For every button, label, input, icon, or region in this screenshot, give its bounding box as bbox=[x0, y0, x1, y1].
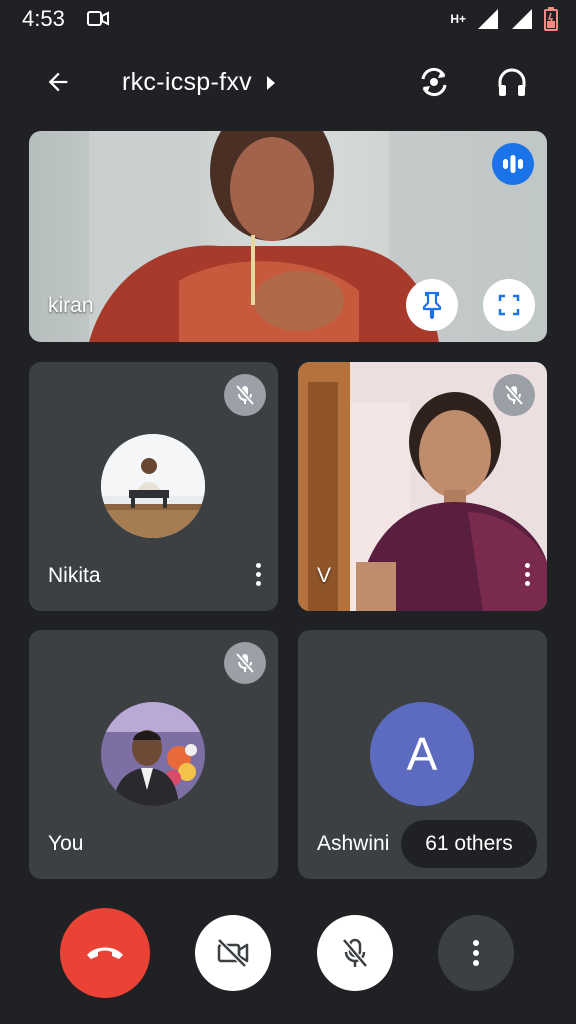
speaking-indicator-icon bbox=[503, 155, 523, 173]
meeting-code: rkc-icsp-fxv bbox=[122, 68, 252, 96]
headphones-icon bbox=[498, 68, 526, 96]
meeting-title[interactable]: rkc-icsp-fxv bbox=[122, 68, 276, 97]
pin-button[interactable] bbox=[406, 279, 458, 331]
participant-video bbox=[29, 131, 547, 342]
others-count-label: 61 others bbox=[425, 832, 513, 855]
participant-tile-v[interactable]: V bbox=[298, 362, 547, 611]
participant-name: kiran bbox=[48, 294, 94, 317]
participant-tile-you[interactable]: You bbox=[29, 630, 278, 879]
speaking-indicator bbox=[492, 143, 534, 185]
mic-off-icon bbox=[235, 652, 255, 674]
status-icons: H+ bbox=[450, 6, 558, 32]
more-vert-icon bbox=[255, 563, 261, 568]
fullscreen-icon bbox=[498, 294, 520, 316]
status-time: 4:53 bbox=[22, 6, 65, 31]
mic-off-badge bbox=[493, 374, 535, 416]
participant-name: Ashwini bbox=[317, 832, 390, 855]
audio-output-button[interactable] bbox=[492, 62, 532, 102]
network-type-label: H+ bbox=[450, 12, 466, 26]
end-call-button[interactable] bbox=[60, 908, 150, 998]
featured-video-tile[interactable]: kiran bbox=[29, 131, 547, 342]
participant-tile-ashwini[interactable]: A Ashwini 61 others bbox=[298, 630, 547, 879]
participant-name: Nikita bbox=[48, 564, 101, 587]
mic-off-icon bbox=[235, 384, 255, 406]
video-record-icon bbox=[87, 10, 109, 33]
participant-name: V bbox=[317, 564, 332, 587]
more-options-button[interactable] bbox=[438, 915, 514, 991]
camera-off-icon bbox=[217, 938, 249, 968]
end-call-icon bbox=[87, 947, 123, 959]
mic-off-icon bbox=[504, 384, 524, 406]
pin-icon bbox=[422, 291, 442, 319]
avatar-letter: A bbox=[406, 728, 438, 780]
mic-off-icon bbox=[342, 938, 368, 968]
mic-off-badge bbox=[224, 642, 266, 684]
avatar bbox=[101, 702, 205, 806]
others-count-chip[interactable]: 61 others bbox=[401, 820, 537, 868]
signal-icon-2 bbox=[512, 9, 532, 29]
more-options-button[interactable] bbox=[522, 563, 532, 586]
participant-tile-nikita[interactable]: Nikita bbox=[29, 362, 278, 611]
chevron-right-icon bbox=[266, 75, 275, 90]
participant-name: You bbox=[48, 832, 84, 855]
switch-camera-button[interactable] bbox=[414, 62, 454, 102]
more-vert-icon bbox=[473, 940, 479, 966]
back-arrow-icon bbox=[48, 72, 68, 92]
avatar bbox=[101, 434, 205, 538]
more-options-button[interactable] bbox=[253, 563, 263, 586]
more-vert-icon bbox=[524, 563, 530, 568]
camera-toggle-button[interactable] bbox=[195, 915, 271, 991]
back-button[interactable] bbox=[40, 64, 76, 100]
mic-off-badge bbox=[224, 374, 266, 416]
mic-toggle-button[interactable] bbox=[317, 915, 393, 991]
battery-icon bbox=[544, 7, 558, 31]
switch-camera-icon bbox=[421, 67, 447, 97]
avatar: A bbox=[370, 702, 474, 806]
fullscreen-button[interactable] bbox=[483, 279, 535, 331]
signal-icon bbox=[478, 9, 498, 29]
